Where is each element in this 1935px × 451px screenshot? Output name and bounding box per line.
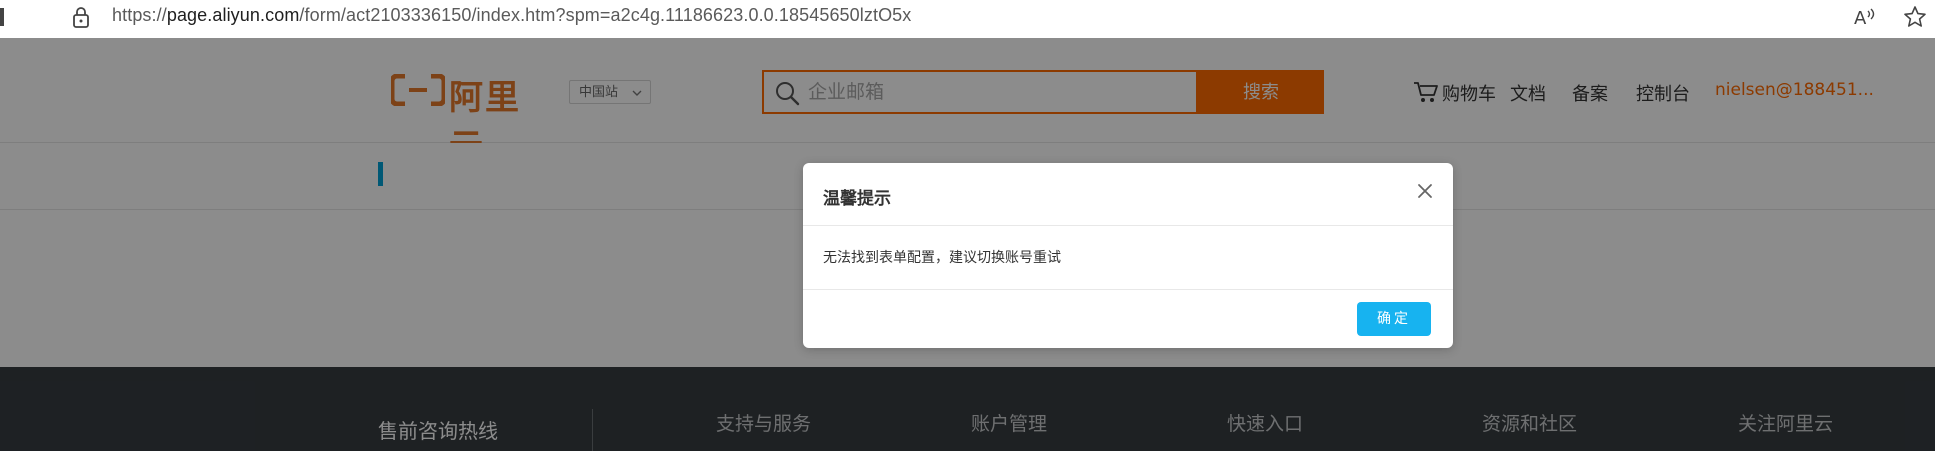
dialog-header: 温馨提示 <box>803 163 1453 226</box>
url-scheme: https:// <box>112 5 167 25</box>
confirm-button[interactable]: 确定 <box>1357 302 1431 336</box>
lock-icon[interactable] <box>72 6 90 28</box>
url-host: page.aliyun.com <box>166 5 300 25</box>
window-edge <box>0 8 4 26</box>
dialog-title: 温馨提示 <box>823 189 891 209</box>
dialog-message: 无法找到表单配置，建议切换账号重试 <box>823 250 1061 266</box>
url-path: /form/act2103336150/index.htm?spm=a2c4g.… <box>299 5 912 25</box>
dialog-body: 无法找到表单配置，建议切换账号重试 <box>803 225 1453 290</box>
url-text[interactable]: https://page.aliyun.com/form/act21033361… <box>112 5 911 26</box>
browser-address-bar: https://page.aliyun.com/form/act21033361… <box>0 0 1935 39</box>
alert-dialog: 温馨提示 无法找到表单配置，建议切换账号重试 确定 <box>803 163 1453 348</box>
close-icon[interactable] <box>1417 183 1433 199</box>
favorite-star-icon[interactable] <box>1903 5 1927 29</box>
address-field[interactable]: https://page.aliyun.com/form/act21033361… <box>22 0 1882 34</box>
read-aloud-glyph: A <box>1854 8 1867 28</box>
read-aloud-icon[interactable]: A <box>1853 6 1877 28</box>
